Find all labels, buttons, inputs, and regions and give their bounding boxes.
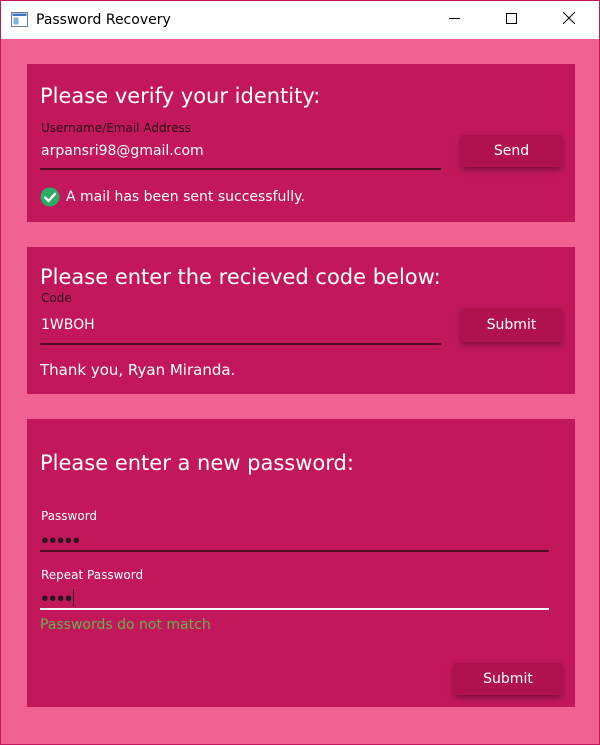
check-circle-icon (40, 187, 60, 207)
send-button[interactable]: Send (461, 135, 562, 167)
code-submit-button[interactable]: Submit (461, 308, 562, 342)
username-input[interactable]: arpansri98@gmail.com (41, 143, 204, 159)
code-input[interactable]: 1WBOH (41, 317, 95, 333)
password-input[interactable]: ●●●●● (41, 532, 80, 547)
minimize-button[interactable] (431, 1, 477, 39)
thank-you-message: Thank you, Ryan Miranda. (40, 361, 236, 379)
username-label: Username/Email Address (41, 121, 192, 135)
password-label: Password (41, 509, 98, 523)
title-bar[interactable]: Password Recovery (1, 1, 599, 39)
repeat-password-underline-focused (40, 608, 549, 610)
close-button[interactable] (546, 1, 592, 39)
repeat-password-label: Repeat Password (41, 568, 144, 582)
minimize-icon (448, 11, 460, 29)
app-window-icon (11, 12, 28, 27)
maximize-icon (505, 11, 517, 29)
password-mismatch-error: Passwords do not match (40, 617, 211, 633)
verify-identity-panel: Please verify your identity: Username/Em… (27, 64, 575, 222)
code-panel: Please enter the recieved code below: Co… (27, 247, 575, 394)
password-recovery-window: Password Recovery Please verify your ide… (0, 0, 600, 745)
code-heading: Please enter the recieved code below: (40, 265, 441, 289)
mail-sent-status: A mail has been sent successfully. (66, 189, 305, 205)
close-icon (562, 11, 576, 29)
code-label: Code (41, 291, 72, 305)
code-underline (40, 343, 441, 345)
username-underline (40, 168, 441, 170)
verify-heading: Please verify your identity: (40, 84, 321, 108)
window-title: Password Recovery (36, 12, 171, 28)
text-caret (73, 589, 75, 607)
repeat-password-input[interactable]: ●●●● (41, 589, 75, 607)
repeat-password-mask: ●●●● (41, 590, 73, 606)
password-submit-button[interactable]: Submit (454, 663, 562, 695)
new-password-panel: Please enter a new password: Password ●●… (27, 419, 575, 707)
password-underline (40, 550, 549, 552)
maximize-button[interactable] (488, 1, 534, 39)
new-password-heading: Please enter a new password: (40, 451, 354, 475)
